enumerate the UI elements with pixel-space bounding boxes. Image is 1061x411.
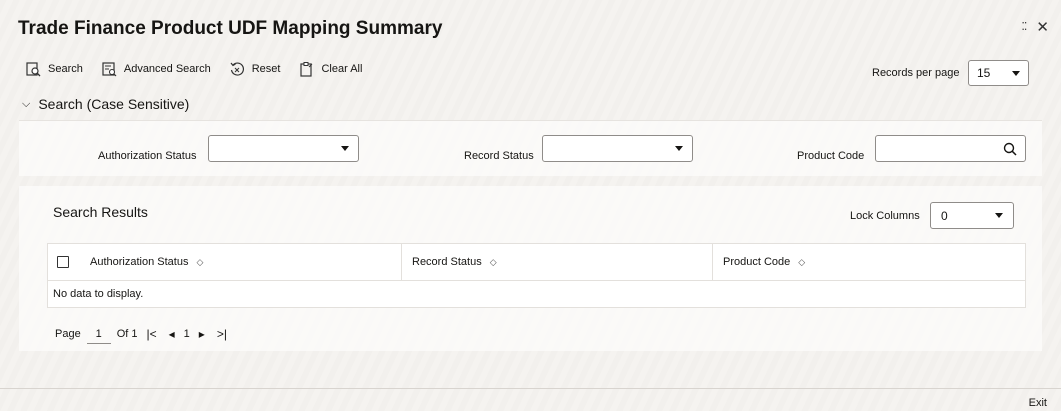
search-results-title: Search Results [53,204,148,220]
pagination: Page 1 Of 1 |< ◂ 1 ▸ >| [55,324,230,344]
exit-button[interactable]: Exit [1029,397,1047,409]
clear-all-button[interactable]: Clear All [298,61,362,77]
advanced-search-icon [102,62,117,77]
search-icon[interactable] [1003,142,1017,156]
sort-icon[interactable]: ◇ [196,257,203,268]
records-per-page-value: 15 [977,66,991,80]
lock-columns-label: Lock Columns [850,210,920,222]
select-all-checkbox[interactable] [57,256,69,268]
column-header-label: Product Code [723,256,791,268]
column-header-authorization-status[interactable]: Authorization Status ◇ [80,244,401,280]
search-section-title: Search (Case Sensitive) [38,96,190,112]
page-of-label: Of 1 [116,328,138,340]
record-status-select[interactable] [542,135,693,162]
clear-all-label: Clear All [321,63,363,75]
last-page-icon[interactable]: >| [214,327,230,341]
records-per-page-label: Records per page [872,67,960,79]
close-icon[interactable]: ✕ [1036,20,1049,35]
expand-icon[interactable]: ⁚⁚ [1021,22,1027,33]
authorization-status-select[interactable] [208,135,359,162]
lock-columns-value: 0 [941,208,948,223]
reset-button[interactable]: Reset [229,61,281,77]
chevron-down-icon [995,213,1003,218]
search-button[interactable]: Search [25,61,83,77]
search-doc-icon [26,62,41,77]
search-section-toggle[interactable]: ⌵ Search (Case Sensitive) [22,96,189,112]
sort-icon[interactable]: ◇ [798,257,805,268]
window-controls: ⁚⁚ ✕ [1021,20,1049,35]
page-title: Trade Finance Product UDF Mapping Summar… [18,18,443,39]
next-page-icon[interactable]: ▸ [196,327,208,341]
toolbar: Search Advanced Search Reset Clear All [25,61,362,77]
clipboard-icon [300,62,313,77]
previous-page-icon[interactable]: ◂ [166,327,178,341]
page-label: Page [55,328,81,340]
first-page-icon[interactable]: |< [144,327,160,341]
page-number-input[interactable]: 1 [86,324,111,344]
footer-divider [0,388,1061,389]
records-per-page-select[interactable]: 15 [968,60,1029,86]
results-table: Authorization Status ◇ Record Status ◇ P… [47,243,1026,308]
chevron-down-icon [675,146,683,151]
empty-table-message: No data to display. [47,281,1026,308]
advanced-search-label: Advanced Search [123,63,211,75]
search-button-label: Search [48,63,83,75]
column-header-label: Record Status [412,256,482,268]
product-code-input[interactable] [875,135,1026,162]
select-all-cell [48,244,80,280]
advanced-search-button[interactable]: Advanced Search [101,61,211,77]
lock-columns-select[interactable]: 0 [930,202,1014,229]
chevron-down-icon: ⌵ [22,97,31,110]
product-code-label: Product Code [797,150,865,162]
chevron-down-icon [1012,70,1020,76]
column-header-record-status[interactable]: Record Status ◇ [401,244,712,280]
reset-icon [230,62,244,76]
chevron-down-icon [341,146,349,151]
authorization-status-label: Authorization Status [98,150,197,162]
sort-icon[interactable]: ◇ [490,257,497,268]
page-number[interactable]: 1 [184,328,190,340]
column-header-product-code[interactable]: Product Code ◇ [712,244,1025,280]
table-header: Authorization Status ◇ Record Status ◇ P… [47,243,1026,281]
column-header-label: Authorization Status [90,256,189,268]
reset-button-label: Reset [251,63,281,75]
record-status-label: Record Status [464,150,534,162]
